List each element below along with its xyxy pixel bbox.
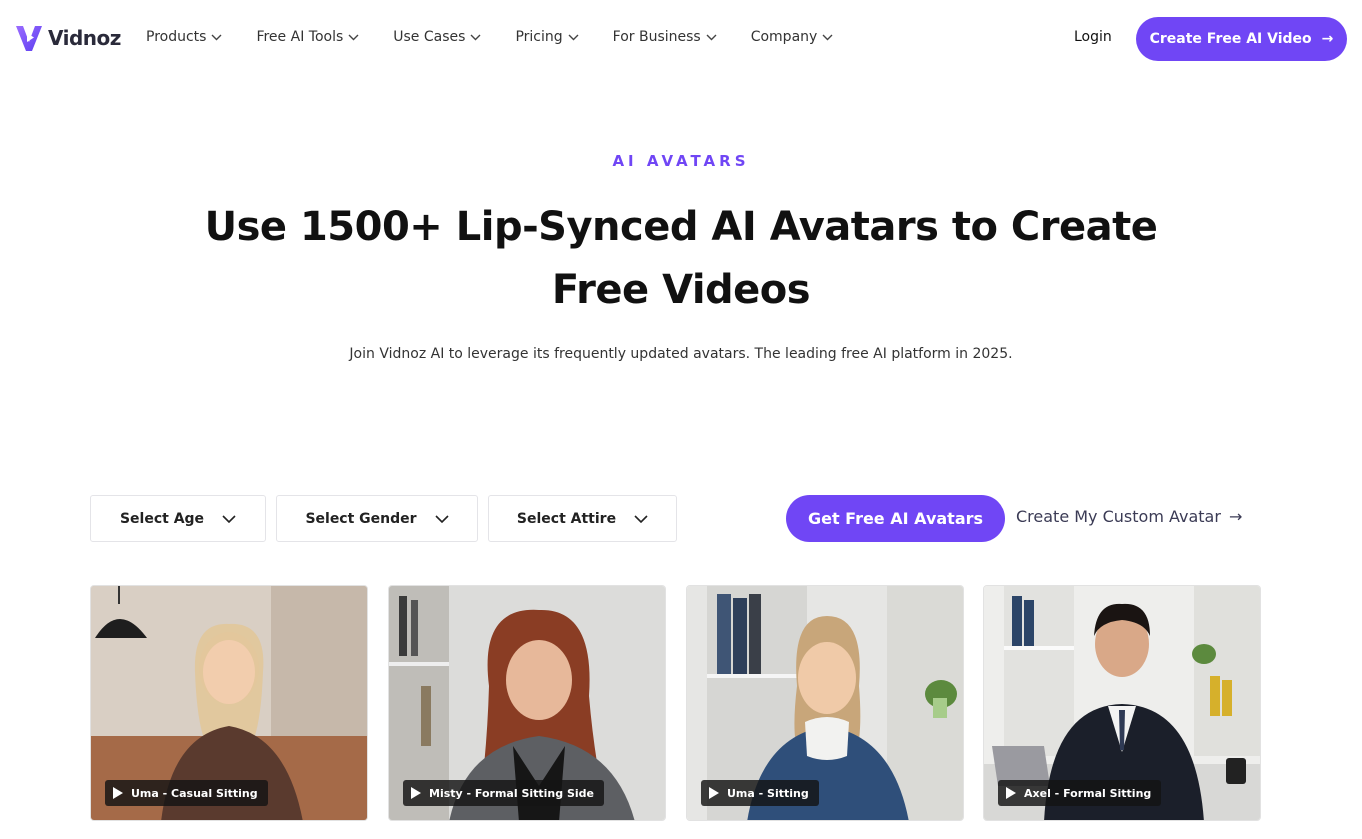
- page-title: Use 1500+ Lip-Synced AI Avatars to Creat…: [204, 204, 1158, 313]
- avatar-label: Axel - Formal Sitting: [998, 780, 1162, 806]
- nav-label: For Business: [612, 29, 701, 45]
- site-header: Vidnoz Products Free AI Tools Use Cases …: [0, 0, 1362, 78]
- filter-label: Select Age: [119, 510, 205, 527]
- play-icon: [411, 787, 421, 799]
- chevron-down-icon: [470, 34, 481, 40]
- chevron-down-icon: [568, 34, 579, 40]
- vidnoz-logo-icon: [16, 26, 42, 51]
- create-free-ai-video-button[interactable]: Create Free AI Video →: [1136, 17, 1347, 61]
- chevron-down-icon: [822, 34, 833, 40]
- avatar-name: Uma - Sitting: [727, 786, 809, 800]
- filter-label: Select Gender: [305, 510, 417, 527]
- page-subtitle: Join Vidnoz AI to leverage its frequentl…: [349, 346, 1013, 362]
- chevron-down-icon: [434, 514, 449, 523]
- nav-label: Use Cases: [393, 29, 466, 45]
- create-custom-avatar-link[interactable]: Create My Custom Avatar →: [1016, 507, 1242, 526]
- section-eyebrow: AI AVATARS: [612, 152, 750, 170]
- arrow-right-icon: →: [1228, 507, 1243, 526]
- arrow-right-icon: →: [1321, 31, 1334, 47]
- avatar-label: Uma - Sitting: [701, 780, 819, 806]
- chevron-down-icon: [634, 514, 648, 523]
- play-icon: [709, 787, 719, 799]
- nav-label: Products: [146, 29, 207, 45]
- nav-label: Pricing: [515, 29, 563, 45]
- nav-label: Company: [750, 29, 818, 45]
- avatar-name: Misty - Formal Sitting Side: [429, 786, 594, 800]
- select-attire-dropdown[interactable]: Select Attire: [488, 495, 677, 542]
- nav-label: Free AI Tools: [256, 29, 344, 45]
- play-icon: [113, 787, 123, 799]
- select-gender-dropdown[interactable]: Select Gender: [276, 495, 478, 542]
- vidnoz-logo[interactable]: Vidnoz: [14, 22, 121, 54]
- link-label: Create My Custom Avatar: [1016, 507, 1221, 526]
- cta-label: Create Free AI Video: [1149, 31, 1312, 47]
- nav-free-ai-tools[interactable]: Free AI Tools: [256, 29, 359, 45]
- nav-use-cases[interactable]: Use Cases: [393, 29, 481, 45]
- play-icon: [1006, 787, 1016, 799]
- chevron-down-icon: [222, 514, 236, 523]
- avatar-name: Axel - Formal Sitting: [1024, 786, 1152, 800]
- filter-label: Select Attire: [516, 510, 617, 527]
- avatar-label: Misty - Formal Sitting Side: [403, 780, 604, 806]
- avatar-card[interactable]: Axel - Formal Sitting: [983, 585, 1261, 821]
- avatar-card[interactable]: Misty - Formal Sitting Side: [388, 585, 666, 821]
- get-free-ai-avatars-button[interactable]: Get Free AI Avatars: [786, 495, 1005, 542]
- avatar-label: Uma - Casual Sitting: [105, 780, 268, 806]
- avatar-card[interactable]: Uma - Casual Sitting: [90, 585, 368, 821]
- select-age-dropdown[interactable]: Select Age: [90, 495, 266, 542]
- chevron-down-icon: [211, 34, 222, 40]
- nav-company[interactable]: Company: [751, 29, 834, 45]
- chevron-down-icon: [706, 34, 717, 40]
- nav-for-business[interactable]: For Business: [613, 29, 717, 45]
- main-nav: Products Free AI Tools Use Cases Pricing…: [146, 29, 867, 45]
- login-link[interactable]: Login: [1074, 29, 1112, 45]
- nav-products[interactable]: Products: [146, 29, 222, 45]
- avatar-card[interactable]: Uma - Sitting: [686, 585, 964, 821]
- nav-pricing[interactable]: Pricing: [515, 29, 579, 45]
- logo-wordmark: Vidnoz: [48, 26, 121, 50]
- avatar-name: Uma - Casual Sitting: [131, 786, 258, 800]
- chevron-down-icon: [348, 34, 359, 40]
